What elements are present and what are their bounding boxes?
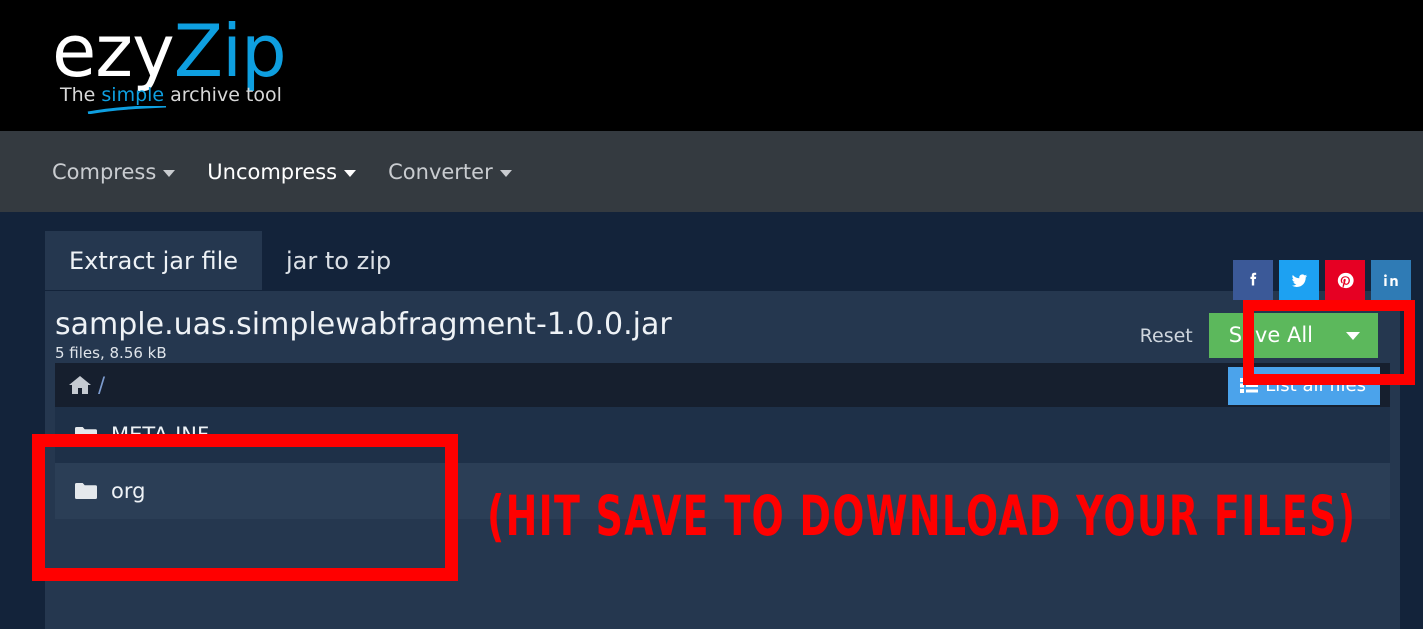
breadcrumb-separator: / bbox=[98, 373, 106, 397]
tab-jar-to-zip[interactable]: jar to zip bbox=[262, 231, 415, 290]
list-item[interactable]: org bbox=[55, 463, 1390, 519]
list-all-files-label: List all files bbox=[1265, 375, 1366, 396]
nav-item-uncompress-label: Uncompress bbox=[207, 159, 338, 184]
linkedin-icon bbox=[1380, 269, 1402, 291]
tab-extract-jar-file[interactable]: Extract jar file bbox=[45, 231, 263, 290]
breadcrumb: / List all files bbox=[55, 363, 1390, 407]
share-linkedin-button[interactable] bbox=[1371, 260, 1411, 300]
header-actions: Reset Save All bbox=[1140, 313, 1378, 358]
logo-text-primary: ezy bbox=[52, 9, 175, 93]
site-header: ezyZip The simple archive tool bbox=[0, 0, 1423, 131]
main-navbar: Compress Uncompress Converter bbox=[0, 131, 1423, 212]
save-all-label: Save All bbox=[1228, 323, 1313, 347]
breadcrumb-path: / bbox=[67, 373, 105, 397]
site-logo[interactable]: ezyZip The simple archive tool bbox=[52, 9, 287, 114]
nav-item-uncompress[interactable]: Uncompress bbox=[207, 159, 357, 184]
list-item-label: org bbox=[111, 479, 146, 503]
share-twitter-button[interactable] bbox=[1279, 260, 1319, 300]
pinterest-icon bbox=[1334, 269, 1357, 292]
share-pinterest-button[interactable] bbox=[1325, 260, 1365, 300]
chevron-down-icon bbox=[499, 170, 512, 177]
list-all-files-button[interactable]: List all files bbox=[1228, 367, 1380, 405]
reset-button[interactable]: Reset bbox=[1140, 325, 1193, 347]
home-icon[interactable] bbox=[67, 374, 93, 396]
nav-item-converter-label: Converter bbox=[388, 159, 493, 184]
folder-icon bbox=[75, 426, 97, 444]
list-icon bbox=[1240, 378, 1259, 393]
tagline-highlight: simple bbox=[101, 84, 165, 106]
chevron-down-icon bbox=[163, 170, 176, 177]
site-tagline: The simple archive tool bbox=[52, 84, 286, 114]
tab-extract-jar-file-label: Extract jar file bbox=[69, 247, 239, 275]
social-share-bar bbox=[1233, 260, 1411, 300]
list-item[interactable]: META-INF bbox=[55, 407, 1390, 463]
twitter-icon bbox=[1288, 269, 1311, 292]
logo-text-secondary: Zip bbox=[173, 9, 287, 93]
chevron-down-icon bbox=[344, 170, 357, 177]
facebook-icon bbox=[1242, 269, 1264, 291]
list-item-label: META-INF bbox=[111, 423, 210, 447]
logo-wordmark: ezyZip bbox=[52, 9, 287, 93]
page-body: Extract jar file jar to zip sample.uas.s… bbox=[0, 212, 1423, 629]
file-header: sample.uas.simplewabfragment-1.0.0.jar 5… bbox=[45, 291, 1400, 363]
chevron-down-icon[interactable] bbox=[1346, 332, 1360, 340]
tab-jar-to-zip-label: jar to zip bbox=[286, 247, 392, 275]
nav-item-compress-label: Compress bbox=[52, 159, 157, 184]
tab-bar: Extract jar file jar to zip bbox=[45, 231, 415, 290]
file-list: META-INF org bbox=[55, 407, 1390, 519]
nav-item-converter[interactable]: Converter bbox=[388, 160, 512, 184]
tagline-suffix: archive tool bbox=[164, 84, 282, 106]
tagline-prefix: The bbox=[60, 84, 102, 106]
tagline-underline-swoosh bbox=[87, 106, 167, 114]
share-facebook-button[interactable] bbox=[1233, 260, 1273, 300]
folder-icon bbox=[75, 482, 97, 500]
save-all-button[interactable]: Save All bbox=[1208, 313, 1378, 358]
nav-item-compress[interactable]: Compress bbox=[52, 159, 176, 184]
extract-panel: sample.uas.simplewabfragment-1.0.0.jar 5… bbox=[45, 291, 1400, 629]
